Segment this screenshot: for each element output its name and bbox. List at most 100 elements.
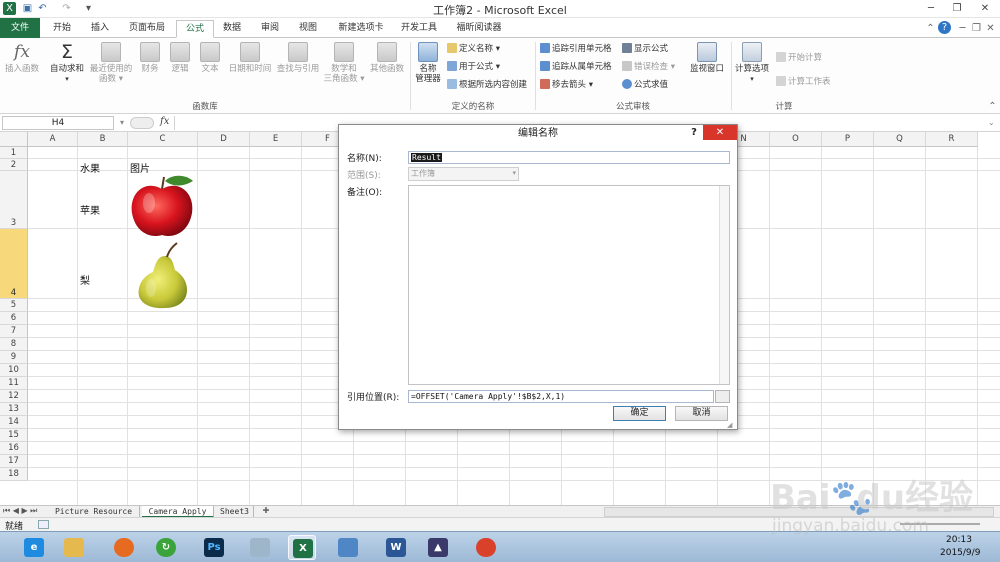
name-box-dropdown-icon[interactable]: ▾: [120, 118, 128, 128]
minimize-icon[interactable]: ─: [918, 0, 944, 17]
taskbar-firefox[interactable]: [110, 535, 138, 560]
row-header[interactable]: 14: [0, 416, 28, 429]
name-box[interactable]: H4: [2, 116, 114, 130]
row-header[interactable]: 18: [0, 468, 28, 481]
cell-b4[interactable]: 梨: [80, 272, 90, 287]
insert-function-fx-icon[interactable]: fx: [160, 116, 169, 127]
new-sheet-icon[interactable]: ✚: [258, 506, 274, 517]
row-header[interactable]: 2: [0, 159, 28, 171]
tab-formulas[interactable]: 公式: [176, 20, 214, 38]
tab-data[interactable]: 数据: [216, 20, 248, 38]
tab-file[interactable]: 文件: [0, 18, 40, 38]
taskbar-photoshop[interactable]: Ps: [200, 535, 228, 560]
comment-textarea[interactable]: [408, 185, 730, 385]
insert-function-button[interactable]: fx 插入函数: [2, 42, 42, 74]
ribbon-collapse-icon[interactable]: ⌃: [924, 22, 937, 35]
column-header[interactable]: D: [198, 132, 250, 147]
row-header[interactable]: 17: [0, 455, 28, 468]
ok-button[interactable]: 确定: [613, 406, 666, 421]
watch-window-button[interactable]: 监视窗口: [686, 42, 728, 74]
calc-options-button[interactable]: 计算选项 ▾: [733, 42, 771, 84]
range-collapse-icon[interactable]: [715, 390, 730, 403]
row-header[interactable]: 16: [0, 442, 28, 455]
apple-picture[interactable]: [127, 173, 197, 241]
recent-functions-button[interactable]: 最近使用的 函数 ▾: [86, 42, 136, 84]
tab-insert[interactable]: 插入: [82, 20, 118, 38]
column-header[interactable]: O: [770, 132, 822, 147]
help-icon[interactable]: ?: [938, 21, 951, 34]
column-header[interactable]: R: [926, 132, 978, 147]
row-header[interactable]: 6: [0, 312, 28, 325]
lookup-button[interactable]: 查找与引用: [274, 42, 322, 74]
taskbar-grad-app[interactable]: ▲: [424, 535, 452, 560]
tab-view[interactable]: 视图: [290, 20, 326, 38]
comment-scrollbar[interactable]: [719, 186, 729, 384]
dialog-close-button[interactable]: ✕: [703, 125, 737, 140]
create-from-selection-button[interactable]: 根据所选内容创建: [447, 79, 527, 91]
taskbar-explorer[interactable]: [60, 535, 88, 560]
calc-sheet-button[interactable]: 计算工作表: [776, 76, 831, 88]
doc-restore-icon[interactable]: ❐: [970, 22, 983, 35]
column-header[interactable]: P: [822, 132, 874, 147]
scope-select[interactable]: 工作簿 ▾: [408, 167, 519, 181]
math-button[interactable]: 数学和 三角函数 ▾: [322, 42, 366, 84]
trace-dependents-button[interactable]: 追踪从属单元格: [540, 61, 612, 73]
refers-to-field[interactable]: =OFFSET('Camera Apply'!$B$2,X,1): [408, 390, 714, 403]
row-header[interactable]: 15: [0, 429, 28, 442]
tab-developer[interactable]: 开发工具: [394, 20, 444, 38]
tab-page-layout[interactable]: 页面布局: [120, 20, 174, 38]
tab-new[interactable]: 新建选项卡: [330, 20, 392, 38]
name-field[interactable]: Result: [408, 151, 730, 164]
taskbar-picture-viewer[interactable]: [246, 535, 274, 560]
row-header[interactable]: 3: [0, 171, 28, 229]
sheet-nav-icons[interactable]: ⏮ ◀ ▶ ⏭: [3, 506, 37, 516]
column-header[interactable]: C: [128, 132, 198, 147]
tab-review[interactable]: 审阅: [252, 20, 288, 38]
evaluate-formula-button[interactable]: 公式求值: [622, 79, 668, 91]
column-header[interactable]: Q: [874, 132, 926, 147]
doc-minimize-icon[interactable]: ─: [956, 22, 969, 35]
formula-expand-icon[interactable]: ⌄: [988, 118, 995, 127]
remove-arrows-button[interactable]: 移去箭头 ▾: [540, 79, 593, 91]
row-header[interactable]: 4: [0, 229, 28, 299]
column-header[interactable]: E: [250, 132, 302, 147]
row-header[interactable]: 8: [0, 338, 28, 351]
taskbar-ie[interactable]: e: [20, 535, 48, 560]
dialog-help-button[interactable]: ?: [687, 126, 701, 140]
financial-button[interactable]: 财务: [136, 42, 164, 74]
show-formulas-button[interactable]: 显示公式: [622, 43, 668, 55]
row-header[interactable]: 5: [0, 299, 28, 312]
column-header[interactable]: A: [28, 132, 78, 147]
column-header[interactable]: B: [78, 132, 128, 147]
macro-record-icon[interactable]: [38, 520, 49, 529]
text-function-button[interactable]: 文本: [196, 42, 224, 74]
tab-home[interactable]: 开始: [44, 20, 80, 38]
doc-close-icon[interactable]: ✕: [984, 22, 997, 35]
use-in-formula-button[interactable]: 用于公式 ▾: [447, 61, 500, 73]
row-header[interactable]: 1: [0, 147, 28, 159]
pear-picture[interactable]: [127, 242, 197, 310]
taskbar-cow-app[interactable]: [472, 535, 500, 560]
row-header[interactable]: 11: [0, 377, 28, 390]
cell-b2[interactable]: 水果: [80, 160, 100, 175]
calc-now-button[interactable]: 开始计算: [776, 52, 822, 64]
logical-button[interactable]: 逻辑: [166, 42, 194, 74]
cell-b3[interactable]: 苹果: [80, 202, 100, 217]
row-header[interactable]: 10: [0, 364, 28, 377]
more-functions-button[interactable]: 其他函数: [366, 42, 408, 74]
autosum-button[interactable]: Σ 自动求和 ▾: [46, 42, 88, 84]
name-manager-button[interactable]: 名称 管理器: [412, 42, 444, 84]
row-header[interactable]: 12: [0, 390, 28, 403]
select-all-corner[interactable]: [0, 132, 28, 147]
restore-icon[interactable]: ❐: [944, 0, 970, 17]
define-name-button[interactable]: 定义名称 ▾: [447, 43, 500, 55]
row-header[interactable]: 7: [0, 325, 28, 338]
taskbar-excel[interactable]: X: [288, 535, 316, 560]
taskbar-photo-gallery[interactable]: [334, 535, 362, 560]
ribbon-minimize-icon[interactable]: ⌃: [986, 100, 999, 113]
datetime-button[interactable]: 日期和时间: [226, 42, 274, 74]
resize-grip-icon[interactable]: ◢: [727, 421, 736, 430]
trace-precedents-button[interactable]: 追踪引用单元格: [540, 43, 612, 55]
row-header[interactable]: 13: [0, 403, 28, 416]
tab-foxit[interactable]: 福昕阅读器: [448, 20, 510, 38]
